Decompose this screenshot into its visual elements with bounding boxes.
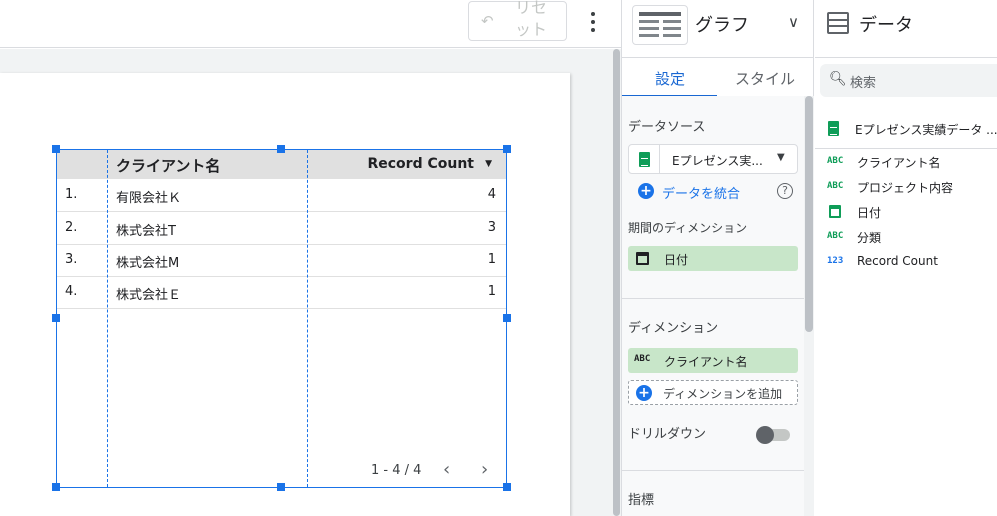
row-count: 1 [487,284,496,299]
data-panel-icon [827,12,849,34]
text-type-icon: ABC [827,181,844,191]
field-name: プロジェクト内容 [857,181,954,195]
plus-icon[interactable]: + [638,183,654,199]
more-vert-icon[interactable] [585,10,601,34]
reset-button[interactable]: ↶ リセット [468,0,567,41]
chevron-down-icon[interactable]: ∨ [788,13,799,31]
data-source-name: Eプレゼンス実... [672,154,763,168]
data-source-select[interactable]: Eプレゼンス実... ▼ [628,144,798,174]
calendar-icon [829,205,841,218]
text-type-icon: ABC [827,231,844,241]
drilldown-toggle[interactable] [756,426,790,444]
table-row[interactable]: 1. 有限会社Ｋ 4 [57,179,506,212]
search-icon: 🔍︎ [829,71,847,87]
field-item[interactable]: ABC プロジェクト内容 [815,176,997,198]
canvas-scrollbar[interactable] [612,49,621,516]
column-divider[interactable] [107,150,108,487]
row-client: 株式会社Ｅ [116,288,182,303]
setup-tab-content: データソース Eプレゼンス実... ▼ + データを統合 ? 期間のディメンショ… [622,96,804,516]
field-item[interactable]: 123 Record Count [815,251,997,273]
row-index: 2. [65,220,78,235]
editor-toolbar: ↶ リセット [0,0,621,48]
properties-scrollbar[interactable] [804,96,814,516]
chevron-right-icon[interactable]: › [481,459,488,480]
header-client-name[interactable]: クライアント名 [116,155,220,176]
row-index: 3. [65,252,78,267]
table-row[interactable]: 2. 株式会社T 3 [57,212,506,245]
dimension-chip[interactable]: ABC クライアント名 [628,348,798,373]
field-name: 分類 [857,231,882,245]
tab-style[interactable]: スタイル [735,68,795,89]
chevron-left-icon[interactable]: ‹ [443,459,450,480]
data-panel-title: データ [859,15,913,36]
date-range-dimension-chip[interactable]: 日付 [628,246,798,271]
chip-label: 日付 [664,253,689,267]
plus-icon: + [636,385,652,401]
header-record-count[interactable]: Record Count [367,156,474,172]
chip-label: クライアント名 [664,355,748,369]
row-client: 有限会社Ｋ [116,191,182,206]
date-range-dimension-title: 期間のディメンション [628,221,748,235]
row-count: 3 [487,220,496,235]
drilldown-label: ドリルダウン [628,427,707,442]
resize-handle[interactable] [503,483,511,491]
pagination-label: 1 - 4 / 4 [371,463,422,478]
row-count: 4 [487,187,496,202]
resize-handle[interactable] [52,483,60,491]
field-item[interactable]: ABC 分類 [815,226,997,248]
field-name: Record Count [857,254,938,268]
row-index: 4. [65,284,78,299]
dimension-title: ディメンション [628,321,719,336]
undo-icon: ↶ [481,12,494,30]
resize-handle[interactable] [277,483,285,491]
google-sheets-icon [828,121,839,136]
search-placeholder: 検索 [850,76,877,91]
dropdown-arrow-icon: ▼ [777,152,785,163]
blend-data-link[interactable]: データを統合 [662,183,740,202]
resize-handle[interactable] [52,314,60,322]
text-type-icon: ABC [827,156,844,166]
table-row[interactable]: 4. 株式会社Ｅ 1 [57,276,506,309]
field-search-input[interactable]: 🔍︎ 検索 [820,64,997,97]
looker-studio-editor: ↶ リセット クライアント名 Record Count ▼ 1. 有限会社Ｋ 4… [0,0,997,516]
field-item[interactable]: 日付 [815,201,997,223]
help-icon[interactable]: ? [777,183,793,199]
data-source-title: データソース [628,120,706,135]
row-client: 株式会社M [116,256,180,271]
tab-setup[interactable]: 設定 [655,68,685,89]
sort-desc-icon[interactable]: ▼ [485,159,492,169]
data-panel: データ 🔍︎ 検索 Eプレゼンス実績データ ... ABC クライアント名 AB… [815,0,997,516]
add-dimension-label: ディメンションを追加 [663,387,783,401]
text-type-icon: ABC [634,354,651,364]
resize-handle[interactable] [503,314,511,322]
column-divider[interactable] [307,150,308,487]
field-item[interactable]: ABC クライアント名 [815,151,997,173]
properties-tabs: 設定 スタイル [622,57,814,97]
metric-title: 指標 [628,493,655,508]
row-index: 1. [65,187,78,202]
add-dimension-button[interactable]: + ディメンションを追加 [628,380,798,405]
resize-handle[interactable] [277,145,285,153]
resize-handle[interactable] [52,145,60,153]
google-sheets-icon [639,152,650,167]
data-source-name[interactable]: Eプレゼンス実績データ ... [855,121,997,138]
number-type-icon: 123 [827,256,844,266]
calendar-icon [636,252,649,265]
chart-type-label[interactable]: グラフ [695,11,749,37]
field-name: 日付 [857,206,882,220]
chart-properties-panel: グラフ ∨ 設定 スタイル データソース Eプレゼンス実... ▼ + データを… [621,0,814,516]
row-count: 1 [487,252,496,267]
reset-label: リセット [514,0,547,39]
row-client: 株式会社T [116,224,176,239]
resize-handle[interactable] [503,145,511,153]
table-chart[interactable]: クライアント名 Record Count ▼ 1. 有限会社Ｋ 4 2. 株式会… [56,149,507,488]
table-chart-icon[interactable] [632,5,688,45]
field-name: クライアント名 [857,156,941,170]
table-row[interactable]: 3. 株式会社M 1 [57,244,506,277]
